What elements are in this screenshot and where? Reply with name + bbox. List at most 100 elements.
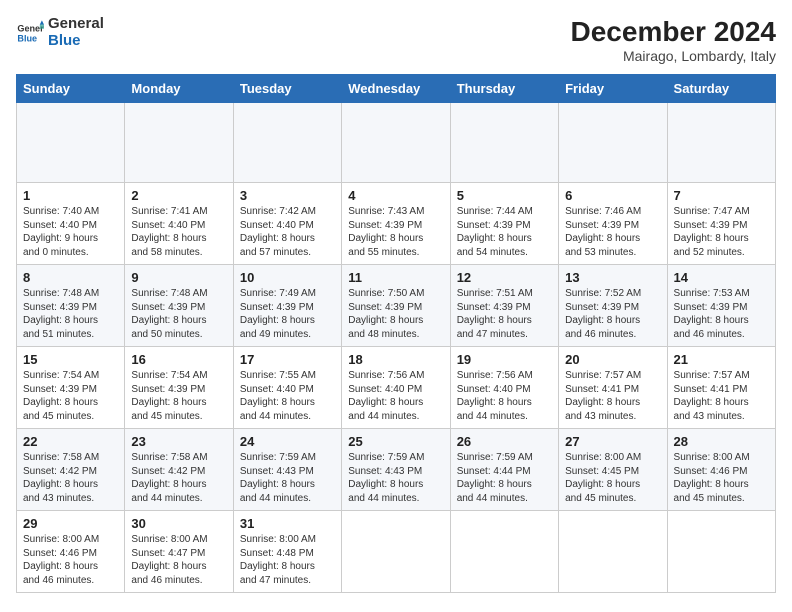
day-number: 11 bbox=[348, 270, 443, 285]
day-number: 16 bbox=[131, 352, 226, 367]
day-number: 22 bbox=[23, 434, 118, 449]
header: General Blue General Blue December 2024 … bbox=[16, 16, 776, 64]
calendar-cell bbox=[342, 511, 450, 593]
calendar-cell: 18 Sunrise: 7:56 AMSunset: 4:40 PMDayligh… bbox=[342, 347, 450, 429]
column-header-monday: Monday bbox=[125, 75, 233, 103]
day-info: Sunrise: 7:48 AMSunset: 4:39 PMDaylight:… bbox=[23, 287, 118, 341]
day-info: Sunrise: 7:42 AMSunset: 4:40 PMDaylight:… bbox=[240, 205, 335, 259]
calendar-cell: 21 Sunrise: 7:57 AMSunset: 4:41 PMDayligh… bbox=[667, 347, 775, 429]
day-info: Sunrise: 7:56 AMSunset: 4:40 PMDaylight:… bbox=[348, 369, 443, 423]
calendar-cell: 10Sunrise: 7:49 AMSunset: 4:39 PMDayligh… bbox=[233, 265, 341, 347]
calendar-cell: 31 Sunrise: 8:00 AMSunset: 4:48 PMDayligh… bbox=[233, 511, 341, 593]
day-info: Sunrise: 7:59 AMSunset: 4:44 PMDaylight:… bbox=[457, 451, 552, 505]
day-info: Sunrise: 8:00 AMSunset: 4:48 PMDaylight:… bbox=[240, 533, 335, 587]
calendar-week-row: 1 Sunrise: 7:40 AMSunset: 4:40 PMDaylight… bbox=[17, 183, 776, 265]
day-number: 18 bbox=[348, 352, 443, 367]
column-header-wednesday: Wednesday bbox=[342, 75, 450, 103]
calendar-cell: 3 Sunrise: 7:42 AMSunset: 4:40 PMDaylight… bbox=[233, 183, 341, 265]
calendar-cell: 28 Sunrise: 8:00 AMSunset: 4:46 PMDayligh… bbox=[667, 429, 775, 511]
calendar-cell bbox=[233, 103, 341, 183]
day-info: Sunrise: 7:57 AMSunset: 4:41 PMDaylight:… bbox=[674, 369, 769, 423]
calendar-cell: 29 Sunrise: 8:00 AMSunset: 4:46 PMDayligh… bbox=[17, 511, 125, 593]
svg-text:Blue: Blue bbox=[17, 33, 37, 43]
day-info: Sunrise: 7:54 AMSunset: 4:39 PMDaylight:… bbox=[23, 369, 118, 423]
day-number: 19 bbox=[457, 352, 552, 367]
calendar-week-row: 29 Sunrise: 8:00 AMSunset: 4:46 PMDayligh… bbox=[17, 511, 776, 593]
day-number: 31 bbox=[240, 516, 335, 531]
day-number: 20 bbox=[565, 352, 660, 367]
day-number: 25 bbox=[348, 434, 443, 449]
calendar-cell: 15 Sunrise: 7:54 AMSunset: 4:39 PMDayligh… bbox=[17, 347, 125, 429]
day-number: 21 bbox=[674, 352, 769, 367]
day-number: 27 bbox=[565, 434, 660, 449]
day-number: 14 bbox=[674, 270, 769, 285]
calendar-cell bbox=[450, 103, 558, 183]
calendar-cell bbox=[450, 511, 558, 593]
day-info: Sunrise: 7:43 AMSunset: 4:39 PMDaylight:… bbox=[348, 205, 443, 259]
page-subtitle: Mairago, Lombardy, Italy bbox=[571, 48, 776, 64]
calendar-cell bbox=[125, 103, 233, 183]
day-info: Sunrise: 7:54 AMSunset: 4:39 PMDaylight:… bbox=[131, 369, 226, 423]
day-info: Sunrise: 7:47 AMSunset: 4:39 PMDaylight:… bbox=[674, 205, 769, 259]
day-info: Sunrise: 7:55 AMSunset: 4:40 PMDaylight:… bbox=[240, 369, 335, 423]
day-number: 24 bbox=[240, 434, 335, 449]
day-info: Sunrise: 8:00 AMSunset: 4:46 PMDaylight:… bbox=[23, 533, 118, 587]
calendar-cell: 7Sunrise: 7:47 AMSunset: 4:39 PMDaylight… bbox=[667, 183, 775, 265]
day-number: 1 bbox=[23, 188, 118, 203]
day-info: Sunrise: 8:00 AMSunset: 4:46 PMDaylight:… bbox=[674, 451, 769, 505]
calendar-cell: 14 Sunrise: 7:53 AMSunset: 4:39 PMDayligh… bbox=[667, 265, 775, 347]
day-number: 15 bbox=[23, 352, 118, 367]
day-number: 5 bbox=[457, 188, 552, 203]
calendar-cell: 17Sunrise: 7:55 AMSunset: 4:40 PMDayligh… bbox=[233, 347, 341, 429]
day-number: 2 bbox=[131, 188, 226, 203]
day-number: 8 bbox=[23, 270, 118, 285]
day-number: 3 bbox=[240, 188, 335, 203]
calendar-cell: 13Sunrise: 7:52 AMSunset: 4:39 PMDayligh… bbox=[559, 265, 667, 347]
day-number: 26 bbox=[457, 434, 552, 449]
calendar-cell bbox=[667, 511, 775, 593]
column-header-tuesday: Tuesday bbox=[233, 75, 341, 103]
day-info: Sunrise: 7:53 AMSunset: 4:39 PMDaylight:… bbox=[674, 287, 769, 341]
title-area: December 2024 Mairago, Lombardy, Italy bbox=[571, 16, 776, 64]
calendar-cell: 12 Sunrise: 7:51 AMSunset: 4:39 PMDayligh… bbox=[450, 265, 558, 347]
day-info: Sunrise: 8:00 AMSunset: 4:45 PMDaylight:… bbox=[565, 451, 660, 505]
day-info: Sunrise: 8:00 AMSunset: 4:47 PMDaylight:… bbox=[131, 533, 226, 587]
day-number: 29 bbox=[23, 516, 118, 531]
day-info: Sunrise: 7:44 AMSunset: 4:39 PMDaylight:… bbox=[457, 205, 552, 259]
calendar-cell: 25 Sunrise: 7:59 AMSunset: 4:43 PMDayligh… bbox=[342, 429, 450, 511]
calendar-cell: 16 Sunrise: 7:54 AMSunset: 4:39 PMDayligh… bbox=[125, 347, 233, 429]
calendar-cell bbox=[342, 103, 450, 183]
day-info: Sunrise: 7:51 AMSunset: 4:39 PMDaylight:… bbox=[457, 287, 552, 341]
day-info: Sunrise: 7:59 AMSunset: 4:43 PMDaylight:… bbox=[240, 451, 335, 505]
day-info: Sunrise: 7:40 AMSunset: 4:40 PMDaylight:… bbox=[23, 205, 118, 259]
calendar-cell bbox=[559, 103, 667, 183]
calendar-week-row bbox=[17, 103, 776, 183]
calendar-week-row: 22 Sunrise: 7:58 AMSunset: 4:42 PMDayligh… bbox=[17, 429, 776, 511]
calendar-week-row: 15 Sunrise: 7:54 AMSunset: 4:39 PMDayligh… bbox=[17, 347, 776, 429]
calendar-header-row: SundayMondayTuesdayWednesdayThursdayFrid… bbox=[17, 75, 776, 103]
day-number: 28 bbox=[674, 434, 769, 449]
calendar-cell: 30Sunrise: 8:00 AMSunset: 4:47 PMDayligh… bbox=[125, 511, 233, 593]
day-info: Sunrise: 7:41 AMSunset: 4:40 PMDaylight:… bbox=[131, 205, 226, 259]
calendar-cell: 26 Sunrise: 7:59 AMSunset: 4:44 PMDayligh… bbox=[450, 429, 558, 511]
day-info: Sunrise: 7:58 AMSunset: 4:42 PMDaylight:… bbox=[131, 451, 226, 505]
day-number: 12 bbox=[457, 270, 552, 285]
day-info: Sunrise: 7:48 AMSunset: 4:39 PMDaylight:… bbox=[131, 287, 226, 341]
calendar-cell: 5 Sunrise: 7:44 AMSunset: 4:39 PMDaylight… bbox=[450, 183, 558, 265]
calendar-table: SundayMondayTuesdayWednesdayThursdayFrid… bbox=[16, 74, 776, 593]
day-number: 4 bbox=[348, 188, 443, 203]
calendar-cell: 27 Sunrise: 8:00 AMSunset: 4:45 PMDayligh… bbox=[559, 429, 667, 511]
calendar-cell: 20Sunrise: 7:57 AMSunset: 4:41 PMDayligh… bbox=[559, 347, 667, 429]
day-info: Sunrise: 7:58 AMSunset: 4:42 PMDaylight:… bbox=[23, 451, 118, 505]
column-header-sunday: Sunday bbox=[17, 75, 125, 103]
day-number: 10 bbox=[240, 270, 335, 285]
calendar-cell bbox=[17, 103, 125, 183]
day-info: Sunrise: 7:56 AMSunset: 4:40 PMDaylight:… bbox=[457, 369, 552, 423]
calendar-cell: 1 Sunrise: 7:40 AMSunset: 4:40 PMDaylight… bbox=[17, 183, 125, 265]
page-title: December 2024 bbox=[571, 16, 776, 48]
day-info: Sunrise: 7:52 AMSunset: 4:39 PMDaylight:… bbox=[565, 287, 660, 341]
calendar-cell: 9Sunrise: 7:48 AMSunset: 4:39 PMDaylight… bbox=[125, 265, 233, 347]
day-number: 6 bbox=[565, 188, 660, 203]
day-info: Sunrise: 7:59 AMSunset: 4:43 PMDaylight:… bbox=[348, 451, 443, 505]
calendar-cell: 22 Sunrise: 7:58 AMSunset: 4:42 PMDayligh… bbox=[17, 429, 125, 511]
